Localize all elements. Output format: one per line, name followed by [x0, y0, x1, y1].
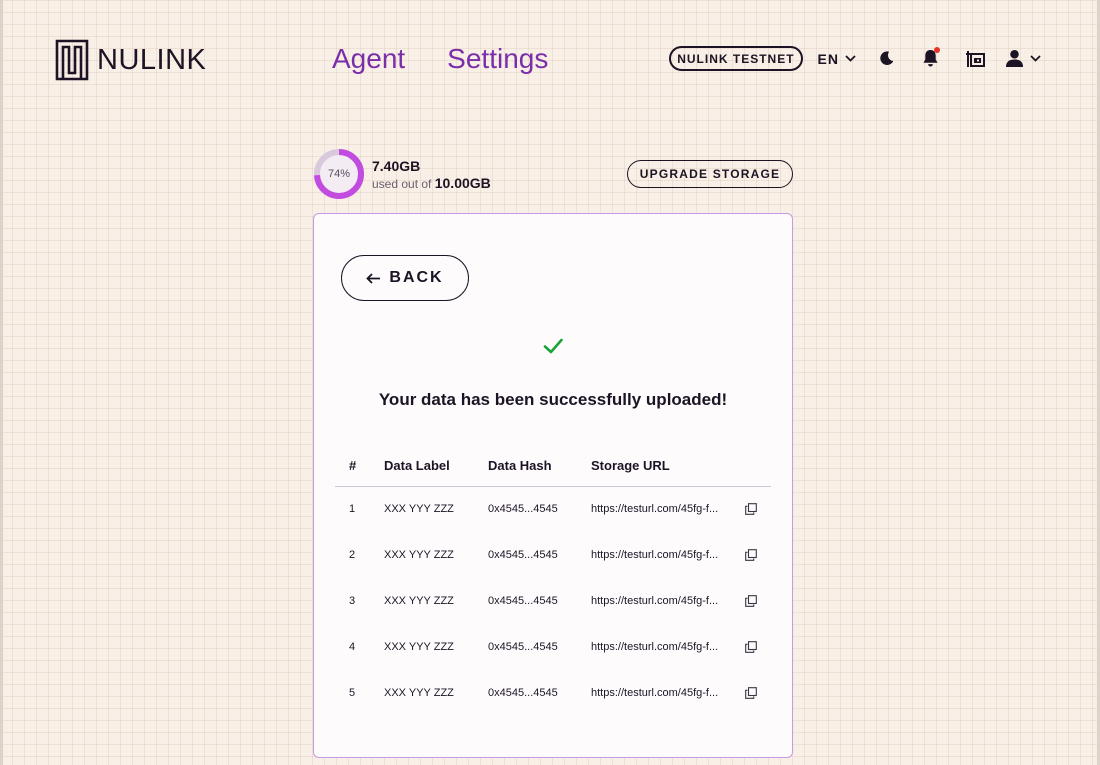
- table-row: 3 XXX YYY ZZZ 0x4545...4545 https://test…: [335, 578, 771, 624]
- table-row: 4 XXX YYY ZZZ 0x4545...4545 https://test…: [335, 624, 771, 670]
- storage-used: 7.40GB: [372, 158, 421, 174]
- table-row: 2 XXX YYY ZZZ 0x4545...4545 https://test…: [335, 532, 771, 578]
- wallet-button[interactable]: [965, 50, 985, 68]
- network-badge[interactable]: NULINK TESTNET: [669, 46, 803, 71]
- row-storage-url[interactable]: https://testurl.com/45fg-f...: [591, 549, 718, 561]
- storage-usage: 74% 7.40GB used out of 10.00GB UPGRADE S…: [313, 148, 793, 200]
- copy-icon[interactable]: [745, 687, 757, 699]
- wallet-icon: [966, 50, 985, 67]
- row-data-label: XXX YYY ZZZ: [384, 503, 454, 516]
- table-row: 1 XXX YYY ZZZ 0x4545...4545 https://test…: [335, 486, 771, 532]
- column-header-storage-url: Storage URL: [591, 446, 771, 487]
- row-data-hash: 0x4545...4545: [488, 503, 558, 516]
- row-number: 1: [349, 503, 356, 516]
- column-header-data-hash: Data Hash: [488, 446, 591, 487]
- row-storage-url[interactable]: https://testurl.com/45fg-f...: [591, 595, 718, 607]
- row-data-hash: 0x4545...4545: [488, 595, 558, 607]
- storage-total-value: 10.00GB: [434, 175, 491, 191]
- user-menu[interactable]: [1005, 49, 1041, 68]
- row-number: 3: [349, 595, 356, 607]
- column-header-data-label: Data Label: [384, 446, 488, 487]
- back-button[interactable]: BACK: [341, 255, 469, 301]
- back-label: BACK: [389, 269, 444, 286]
- upgrade-storage-button[interactable]: UPGRADE STORAGE: [627, 160, 793, 188]
- brand-logo[interactable]: NULINK: [55, 39, 206, 81]
- table-row: 5 XXX YYY ZZZ 0x4545...4545 https://test…: [335, 670, 771, 716]
- storage-percent: 74%: [327, 168, 351, 180]
- row-number: 4: [349, 641, 356, 653]
- row-data-hash: 0x4545...4545: [488, 549, 558, 561]
- row-data-hash: 0x4545...4545: [488, 641, 558, 653]
- language-selector[interactable]: EN: [818, 51, 856, 67]
- row-storage-url[interactable]: https://testurl.com/45fg-f...: [591, 503, 718, 515]
- chevron-down-icon: [1030, 55, 1041, 62]
- theme-toggle[interactable]: [878, 50, 895, 67]
- upload-result-card: BACK Your data has been successfully upl…: [313, 213, 793, 758]
- row-data-label: XXX YYY ZZZ: [384, 687, 454, 699]
- nav-agent[interactable]: Agent: [332, 42, 405, 76]
- copy-icon[interactable]: [745, 595, 757, 607]
- user-icon: [1005, 49, 1024, 68]
- notification-dot: [934, 47, 940, 53]
- check-icon: [543, 338, 563, 354]
- notifications-button[interactable]: [922, 47, 940, 68]
- table-header-row: # Data Label Data Hash Storage URL: [335, 446, 771, 487]
- row-data-label: XXX YYY ZZZ: [384, 595, 454, 607]
- row-number: 2: [349, 549, 356, 561]
- row-data-hash: 0x4545...4545: [488, 687, 558, 699]
- language-label: EN: [817, 50, 839, 67]
- storage-used-out-of: used out of: [372, 177, 432, 191]
- brand-name: NULINK: [97, 43, 207, 76]
- header-actions: NULINK TESTNET EN: [669, 46, 1041, 71]
- upload-table: # Data Label Data Hash Storage URL 1 XXX…: [335, 446, 771, 716]
- row-storage-url[interactable]: https://testurl.com/45fg-f...: [591, 687, 718, 699]
- row-number: 5: [349, 687, 356, 699]
- row-data-label: XXX YYY ZZZ: [384, 549, 454, 561]
- nulink-logo-icon: [55, 39, 89, 81]
- copy-icon[interactable]: [745, 641, 757, 653]
- row-data-label: XXX YYY ZZZ: [384, 641, 454, 653]
- row-storage-url[interactable]: https://testurl.com/45fg-f...: [591, 641, 718, 653]
- arrow-left-icon: [366, 272, 381, 284]
- storage-total: used out of 10.00GB: [372, 175, 491, 191]
- chevron-down-icon: [845, 55, 856, 62]
- success-message: Your data has been successfully uploaded…: [378, 390, 728, 409]
- nav-settings[interactable]: Settings: [447, 42, 548, 76]
- moon-icon: [880, 51, 894, 66]
- copy-icon[interactable]: [745, 549, 757, 561]
- column-header-number: #: [335, 446, 384, 487]
- copy-icon[interactable]: [745, 503, 757, 516]
- main-nav: Agent Settings: [332, 42, 548, 76]
